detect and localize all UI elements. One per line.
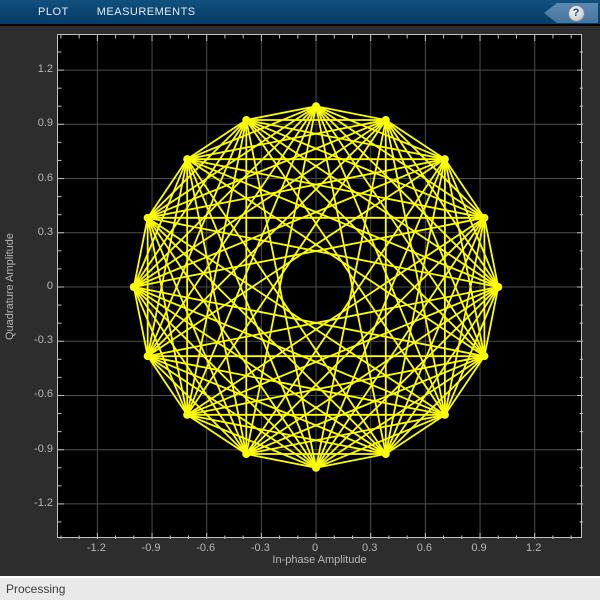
x-tick-label: 0 [311, 542, 319, 554]
plot-region: Quadrature Amplitude In-phase Amplitude … [0, 26, 600, 576]
x-tick-label: 1.2 [526, 542, 542, 554]
constellation-svg [58, 35, 583, 539]
constellation-point [129, 283, 138, 291]
axes [57, 34, 583, 539]
y-tick-label: 0.3 [37, 225, 53, 238]
toolbar: PLOT MEASUREMENTS ? [0, 0, 600, 26]
constellation-point [494, 283, 503, 291]
tab-measurements[interactable]: MEASUREMENTS [83, 0, 210, 24]
y-tick-label: -0.6 [34, 388, 53, 401]
x-tick-label: 0.9 [471, 542, 487, 554]
y-tick-label: 1.2 [37, 63, 53, 76]
transition-line [385, 355, 486, 455]
constellation-point [143, 213, 152, 222]
x-axis-label: In-phase Amplitude [272, 554, 367, 566]
y-tick-label: 0 [46, 280, 53, 292]
help-icon[interactable]: ? [567, 4, 585, 22]
y-tick-label: -0.9 [34, 442, 53, 455]
constellation-point [242, 115, 251, 124]
transition-line [385, 119, 486, 219]
status-bar: Processing [0, 576, 600, 600]
x-tick-label: -1.2 [86, 542, 106, 554]
constellation-point [143, 352, 152, 361]
constellation-point [183, 410, 192, 419]
x-tick-label: -0.3 [250, 542, 270, 554]
constellation-point [312, 463, 321, 472]
constellation-point [242, 450, 251, 459]
x-tick-label: -0.9 [141, 542, 161, 554]
help-button[interactable]: ? [544, 3, 598, 23]
constellation-point [440, 410, 449, 419]
status-text: Processing [6, 581, 66, 596]
tab-plot[interactable]: PLOT [24, 0, 83, 24]
y-tick-label: 0.9 [37, 117, 53, 130]
x-tick-label: 0.3 [362, 542, 378, 554]
transition-line [147, 355, 247, 455]
constellation-point [183, 155, 192, 164]
x-tick-label: -0.6 [196, 542, 216, 554]
constellation-point [480, 213, 489, 222]
y-tick-label: -0.3 [34, 334, 53, 347]
y-tick-label: 0.6 [37, 171, 53, 184]
constellation-point [312, 102, 321, 111]
y-tick-label: -1.2 [34, 496, 53, 509]
constellation-point [440, 155, 449, 164]
constellation-point [381, 115, 390, 124]
constellation-point [381, 450, 390, 459]
scope-window: PLOT MEASUREMENTS ? Quadrature Amplitude… [0, 0, 600, 600]
x-tick-label: 0.6 [416, 542, 432, 554]
transition-line [147, 119, 247, 219]
constellation-point [480, 352, 489, 361]
